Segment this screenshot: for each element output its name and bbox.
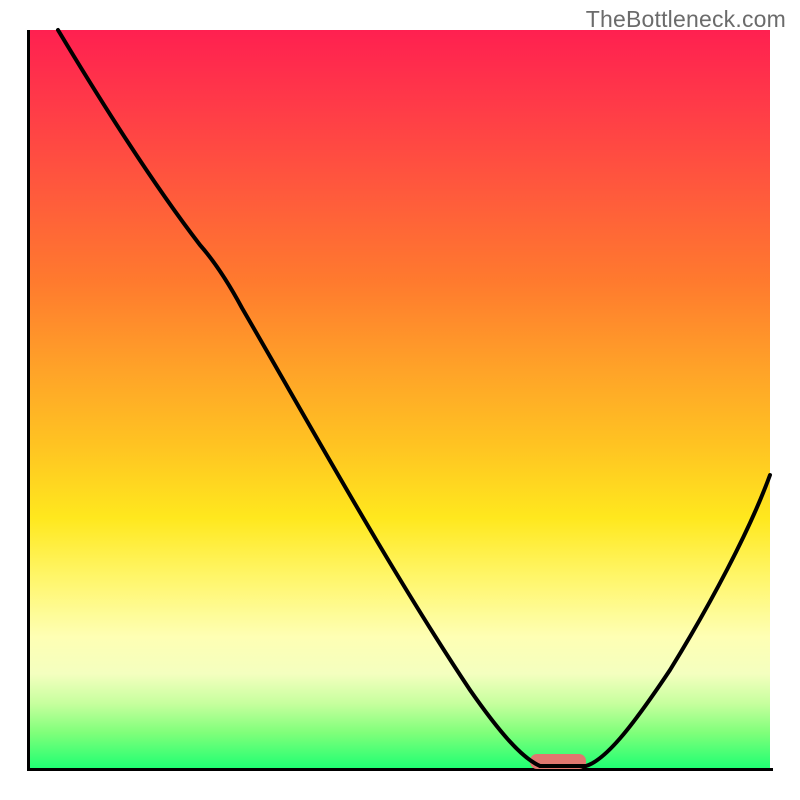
bottleneck-curve xyxy=(58,30,770,766)
curve-layer xyxy=(30,30,770,770)
chart-stage: TheBottleneck.com xyxy=(0,0,800,800)
watermark-text: TheBottleneck.com xyxy=(586,6,786,33)
